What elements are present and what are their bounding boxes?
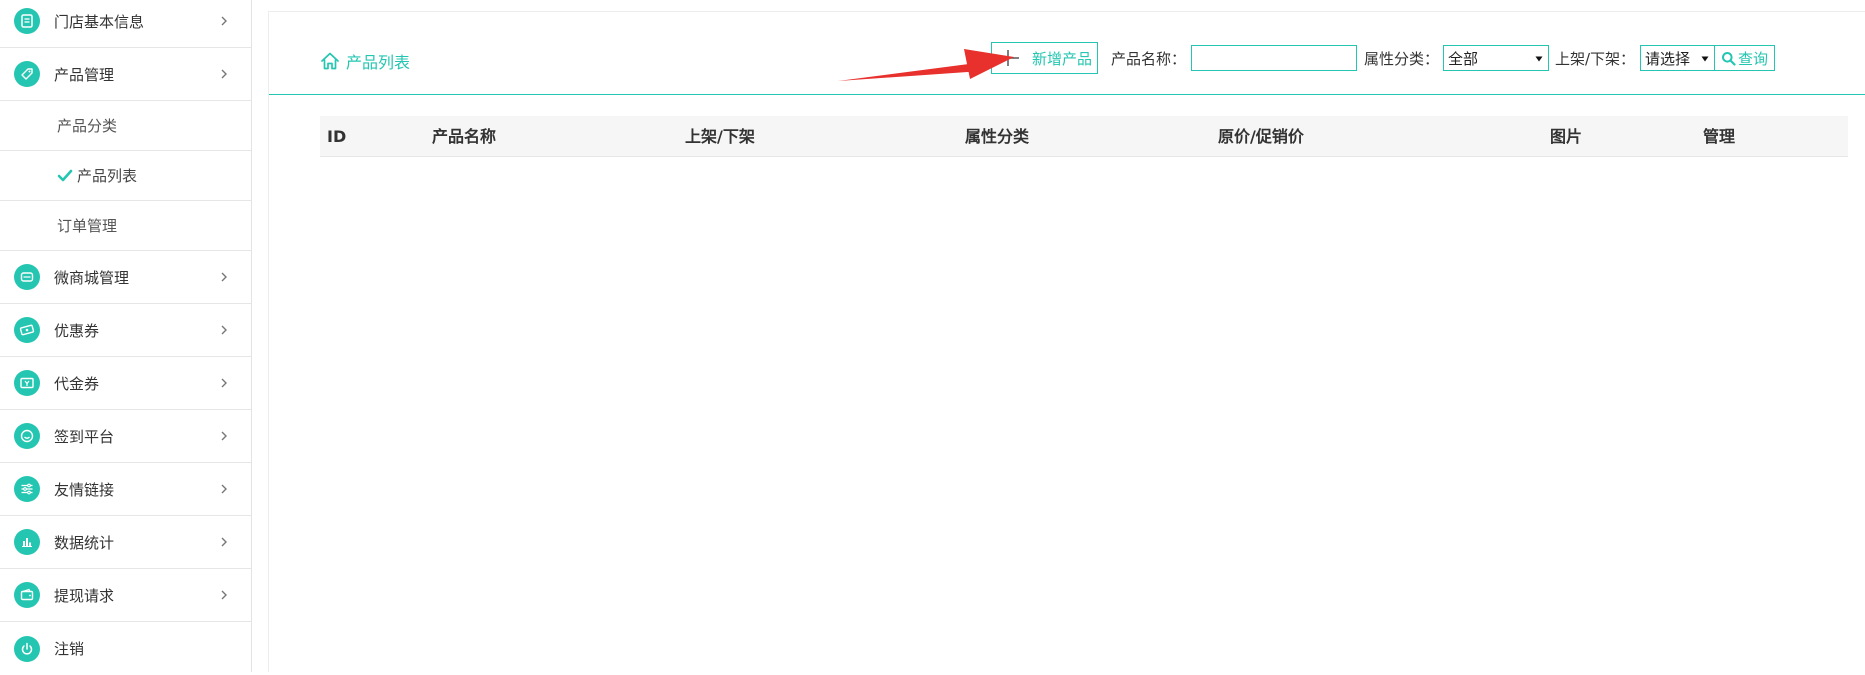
chevron-right-icon <box>221 431 227 441</box>
tag-icon <box>14 61 40 87</box>
sidebar-item-label: 产品管理 <box>54 65 115 84</box>
sidebar-item-product-management[interactable]: 产品管理 <box>0 48 251 101</box>
search-icon <box>1722 51 1736 66</box>
search-button[interactable]: 查询 <box>1714 45 1775 71</box>
sidebar-item-micro-mall[interactable]: 微商城管理 <box>0 251 251 304</box>
status-select-value: 请选择 <box>1645 49 1691 68</box>
sidebar-subitem-label: 产品列表 <box>77 167 138 185</box>
sidebar-item-voucher[interactable]: 代金券 <box>0 357 251 410</box>
sidebar-item-label: 微商城管理 <box>54 268 130 287</box>
chevron-right-icon <box>221 537 227 547</box>
column-header-status: 上架/下架 <box>685 127 755 146</box>
sidebar-item-label: 友情链接 <box>54 480 115 499</box>
sidebar-item-coupon[interactable]: 优惠券 <box>0 304 251 357</box>
chevron-right-icon <box>221 272 227 282</box>
sidebar-item-label: 门店基本信息 <box>54 12 145 31</box>
sidebar-item-label: 注销 <box>54 640 85 658</box>
store-icon <box>14 264 40 290</box>
sidebar-subitem-product-list[interactable]: 产品列表 <box>0 151 251 201</box>
power-icon <box>14 635 40 662</box>
column-header-price: 原价/促销价 <box>1218 127 1304 146</box>
sidebar-item-label: 数据统计 <box>54 533 115 552</box>
main-content: 产品列表 新增产品 产品名称： 属性分类： 全部 上架/下架： 请选择 查询 I… <box>268 11 1865 672</box>
add-product-button[interactable]: 新增产品 <box>991 42 1098 74</box>
sidebar-item-checkin[interactable]: 签到平台 <box>0 410 251 463</box>
product-name-input[interactable] <box>1191 45 1357 71</box>
search-button-label: 查询 <box>1738 49 1769 68</box>
voucher-icon <box>14 370 40 396</box>
breadcrumb[interactable]: 产品列表 <box>319 49 410 73</box>
plus-icon <box>1007 50 1019 66</box>
wallet-icon <box>14 582 40 608</box>
home-icon <box>321 52 339 70</box>
column-header-category: 属性分类 <box>965 127 1030 146</box>
category-select[interactable]: 全部 <box>1443 45 1549 71</box>
status-select[interactable]: 请选择 <box>1640 45 1715 71</box>
sidebar-subitem-label: 产品分类 <box>57 117 118 135</box>
category-label: 属性分类： <box>1364 50 1440 68</box>
category-select-value: 全部 <box>1448 49 1479 68</box>
chevron-right-icon <box>221 69 227 79</box>
sidebar-subitem-product-category[interactable]: 产品分类 <box>0 101 251 151</box>
sidebar-item-store-info[interactable]: 门店基本信息 <box>0 0 251 48</box>
sidebar-subitem-label: 订单管理 <box>57 217 118 235</box>
dropdown-arrow-icon <box>1701 56 1709 62</box>
breadcrumb-label: 产品列表 <box>346 53 411 72</box>
sidebar-item-friend-links[interactable]: 友情链接 <box>0 463 251 516</box>
sidebar-item-withdraw-request[interactable]: 提现请求 <box>0 569 251 622</box>
sidebar: 门店基本信息 产品管理 产品分类 产品列表 订单管理 微商城管理 优惠券 代金券… <box>0 0 252 672</box>
coupon-icon <box>14 317 40 343</box>
column-header-image: 图片 <box>1550 127 1583 146</box>
chevron-right-icon <box>221 590 227 600</box>
sidebar-item-label: 签到平台 <box>54 427 115 446</box>
dropdown-arrow-icon <box>1535 56 1543 62</box>
sidebar-item-label: 提现请求 <box>54 586 115 605</box>
chevron-right-icon <box>221 16 227 26</box>
check-icon <box>57 169 73 181</box>
chevron-right-icon <box>221 484 227 494</box>
bar-chart-icon <box>14 529 40 555</box>
sidebar-subitem-order-management[interactable]: 订单管理 <box>0 201 251 251</box>
document-icon <box>14 8 40 34</box>
column-header-id: ID <box>327 127 347 146</box>
chevron-right-icon <box>221 325 227 335</box>
sidebar-item-statistics[interactable]: 数据统计 <box>0 516 251 569</box>
product-table-header: ID 产品名称 上架/下架 属性分类 原价/促销价 图片 管理 <box>320 116 1848 157</box>
sidebar-item-label: 代金券 <box>54 374 100 393</box>
product-name-label: 产品名称： <box>1111 50 1187 68</box>
sliders-icon <box>14 476 40 502</box>
toolbar: 产品列表 新增产品 产品名称： 属性分类： 全部 上架/下架： 请选择 查询 <box>269 12 1865 95</box>
add-product-label: 新增产品 <box>1032 49 1093 68</box>
sidebar-item-label: 优惠券 <box>54 321 100 340</box>
chevron-right-icon <box>221 378 227 388</box>
status-label: 上架/下架： <box>1555 50 1636 68</box>
column-header-name: 产品名称 <box>432 127 497 146</box>
column-header-manage: 管理 <box>1703 127 1736 146</box>
smile-icon <box>14 423 40 449</box>
sidebar-item-logout[interactable]: 注销 <box>0 622 251 675</box>
